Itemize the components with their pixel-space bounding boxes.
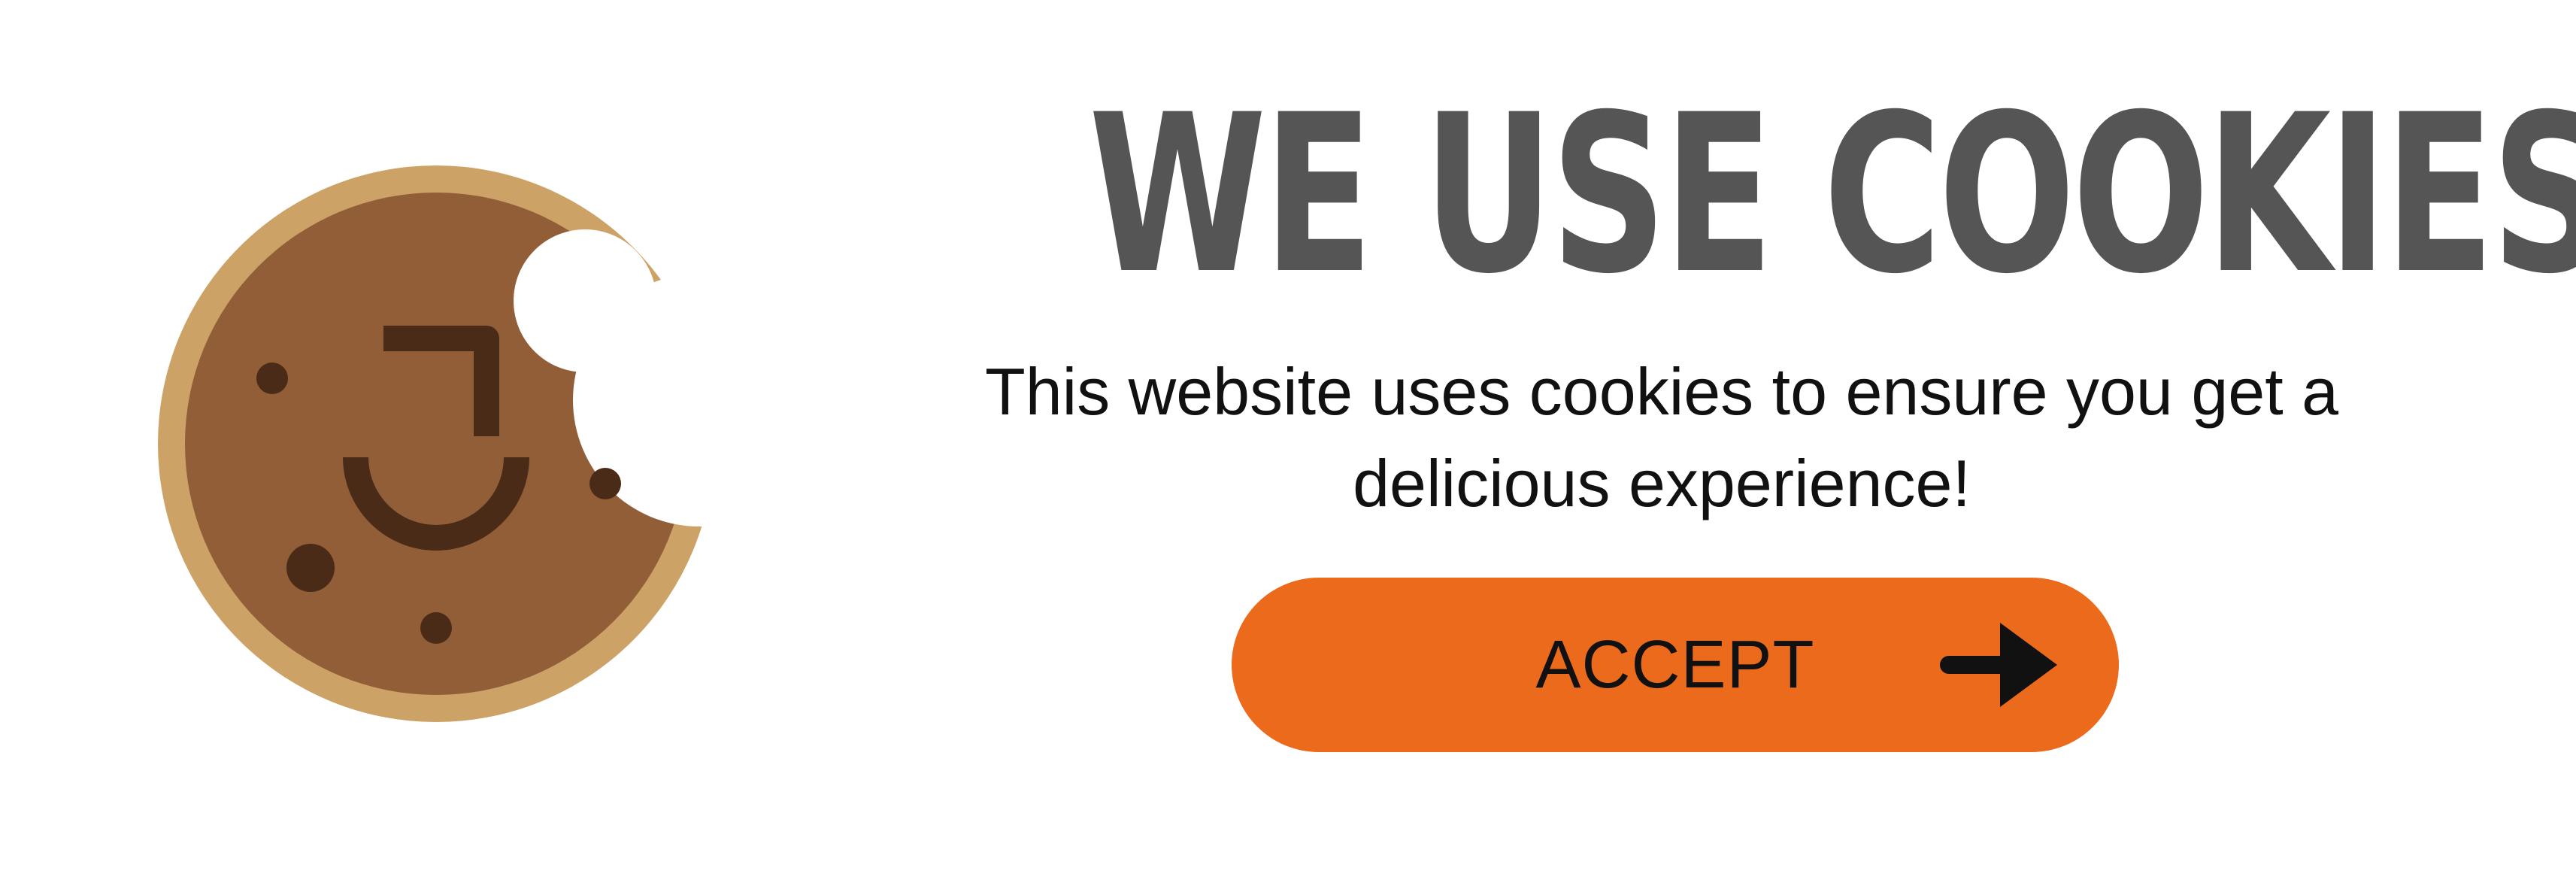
cookie-icon — [150, 158, 722, 730]
accept-button[interactable]: ACCEPT — [1232, 578, 2119, 752]
banner-title: WE USE COOKIES — [1088, 68, 2576, 322]
arrow-right-icon — [1938, 621, 2059, 708]
cookie-consent-banner: WE USE COOKIES This website uses cookies… — [0, 0, 2576, 889]
banner-message: This website uses cookies to ensure you … — [984, 354, 2339, 520]
banner-content: WE USE COOKIES This website uses cookies… — [887, 68, 2576, 529]
